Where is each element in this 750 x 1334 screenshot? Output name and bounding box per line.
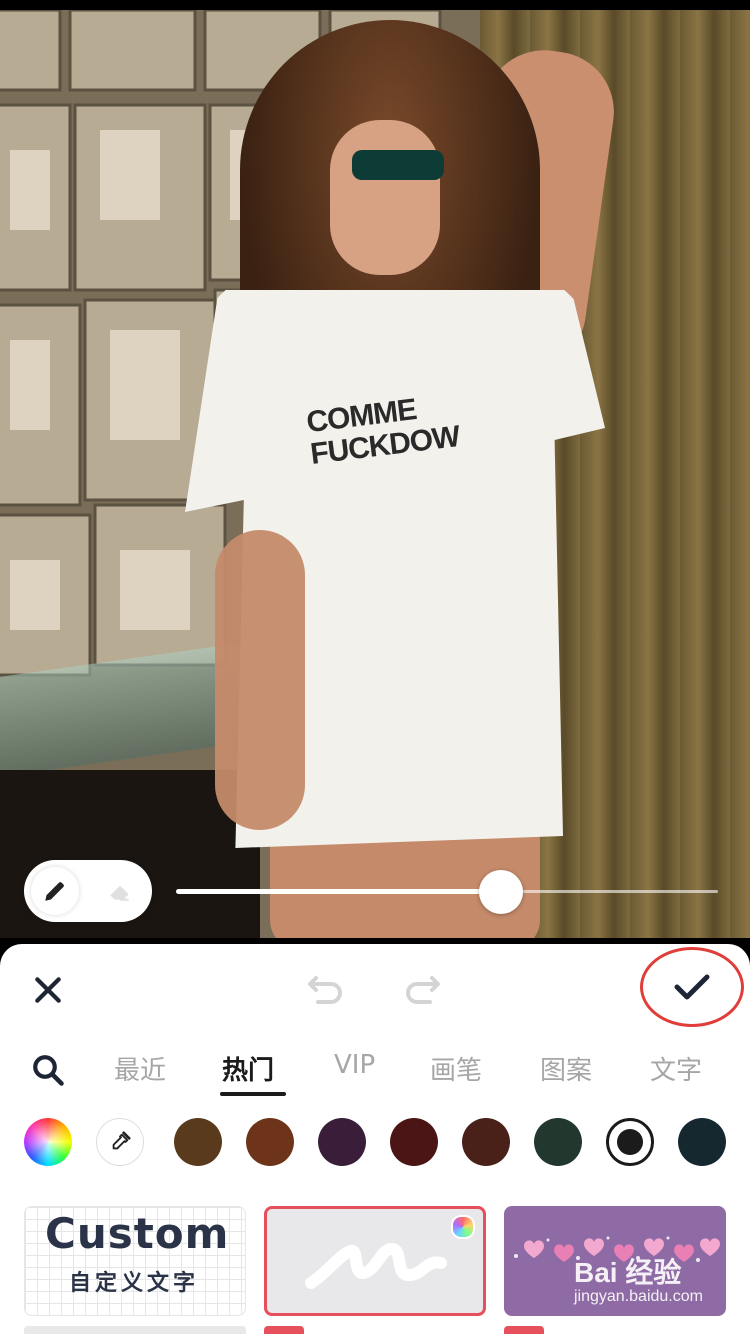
checkmark-icon <box>674 974 710 1000</box>
selected-color-dot <box>617 1129 643 1155</box>
brush-size-track[interactable] <box>523 890 718 893</box>
status-bar <box>0 0 750 10</box>
next-row-card <box>24 1326 246 1334</box>
tab-hot[interactable]: 热门 <box>222 1050 274 1090</box>
confirm-button[interactable] <box>640 947 744 1027</box>
search-button[interactable] <box>26 1048 70 1092</box>
painted-brush-stroke <box>352 150 444 180</box>
color-swatch[interactable] <box>534 1118 582 1166</box>
brush-size-slider-knob[interactable] <box>479 870 524 914</box>
eraser-icon <box>110 885 129 901</box>
color-swatch[interactable] <box>318 1118 366 1166</box>
color-wheel-button[interactable] <box>24 1118 72 1166</box>
category-tabs: 最近 热门 VIP 画笔 图案 文字 <box>0 1040 750 1100</box>
next-row-card <box>504 1326 544 1334</box>
search-icon <box>33 1055 64 1086</box>
watermark: Bai 经验 jingyan.baidu.com <box>574 1258 703 1306</box>
custom-text-card[interactable]: Custom 自定义文字 <box>24 1206 246 1316</box>
watermark-url: jingyan.baidu.com <box>574 1288 703 1305</box>
face <box>330 120 440 275</box>
brush-size-track-filled <box>176 889 502 894</box>
custom-card-title: Custom <box>45 1209 230 1258</box>
color-changeable-badge <box>451 1215 475 1239</box>
tab-recent[interactable]: 最近 <box>114 1050 166 1090</box>
undo-button[interactable] <box>302 966 350 1014</box>
pen-icon <box>45 882 64 901</box>
color-swatches <box>0 1114 750 1170</box>
color-swatch[interactable] <box>246 1118 294 1166</box>
eyedropper-button[interactable] <box>96 1118 144 1166</box>
pen-button[interactable] <box>31 867 79 915</box>
close-button[interactable] <box>24 966 72 1014</box>
undo-icon <box>308 976 342 1004</box>
tab-brush[interactable]: 画笔 <box>430 1050 482 1090</box>
close-icon <box>35 977 61 1003</box>
color-swatch[interactable] <box>390 1118 438 1166</box>
watermark-main: Bai 经验 <box>574 1257 682 1288</box>
eraser-button[interactable] <box>96 867 144 915</box>
photo-canvas[interactable]: COMME FUCKDOW <box>0 10 750 938</box>
color-swatch[interactable] <box>678 1118 726 1166</box>
color-swatch-selected[interactable] <box>606 1118 654 1166</box>
redo-icon <box>406 976 440 1004</box>
redo-button[interactable] <box>398 966 446 1014</box>
left-arm <box>215 530 305 830</box>
tab-text[interactable]: 文字 <box>650 1050 702 1090</box>
eyedropper-icon <box>112 1131 131 1150</box>
tab-pattern[interactable]: 图案 <box>540 1050 592 1090</box>
active-tab-indicator <box>220 1092 286 1096</box>
squiggle-brush-card[interactable] <box>264 1206 486 1316</box>
custom-card-subtitle: 自定义文字 <box>69 1271 200 1296</box>
color-swatch[interactable] <box>462 1118 510 1166</box>
tab-vip[interactable]: VIP <box>334 1050 375 1090</box>
next-row-card <box>264 1326 304 1334</box>
brush-mode-toggle <box>24 860 152 922</box>
color-swatch[interactable] <box>174 1118 222 1166</box>
